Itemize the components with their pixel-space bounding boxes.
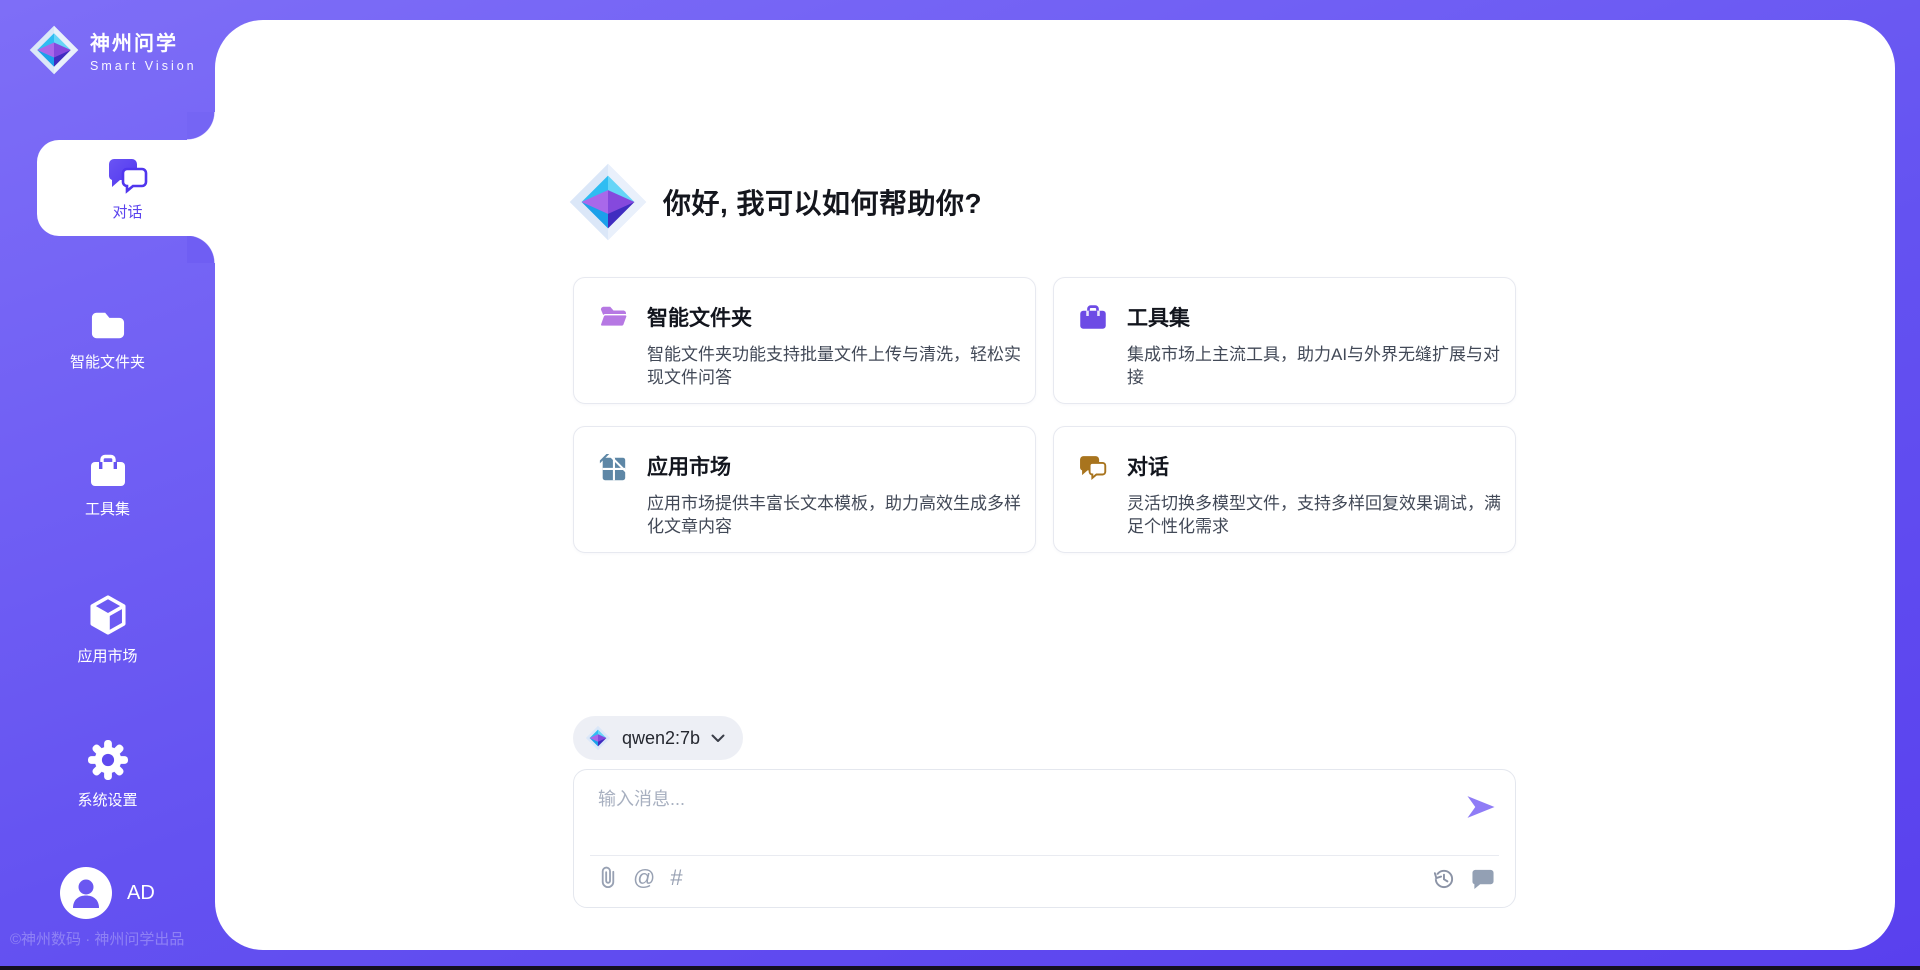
card-description: 集成市场上主流工具，助力AI与外界无缝扩展与对接 (1127, 343, 1513, 389)
toolbox-icon (88, 453, 128, 489)
app-title: 神州问学 (90, 27, 197, 56)
sidebar-item-smart-folder[interactable]: 智能文件夹 (0, 296, 215, 384)
topic-hash-icon[interactable]: # (670, 866, 682, 890)
send-button[interactable] (1463, 794, 1499, 822)
mention-icon[interactable]: @ (633, 866, 655, 890)
chat-bubbles-icon (106, 155, 150, 195)
sidebar-item-chat[interactable]: 对话 (37, 140, 218, 236)
model-diamond-icon (585, 725, 611, 751)
user-name: AD (127, 882, 155, 905)
app-logo: 神州问学 Smart Vision (28, 24, 197, 76)
chat-bubble-icon[interactable] (1471, 867, 1495, 890)
sidebar-item-toolset[interactable]: 工具集 (0, 442, 215, 530)
cube-icon (87, 594, 129, 636)
folder-open-icon (598, 304, 628, 330)
main-panel: 你好, 我可以如何帮助你? 智能文件夹 智能文件夹功能支持批量文件上传与清洗，轻… (215, 20, 1895, 950)
model-name: qwen2:7b (622, 728, 700, 749)
copyright: ©神州数码 · 神州问学出品 (10, 928, 220, 949)
window-bottom-edge (0, 966, 1920, 970)
card-title: 工具集 (1127, 302, 1513, 332)
chat-bubbles-icon (1078, 453, 1108, 481)
brand-diamond-icon (28, 24, 80, 76)
composer-divider (590, 855, 1499, 856)
message-input[interactable] (598, 785, 1428, 843)
app-root: 神州问学 Smart Vision 对话 智能文件夹 (0, 0, 1920, 970)
sidebar-item-label: 系统设置 (77, 789, 137, 810)
card-title: 智能文件夹 (647, 302, 1033, 332)
greeting: 你好, 我可以如何帮助你? (567, 161, 982, 243)
sidebar-item-app-market[interactable]: 应用市场 (0, 586, 215, 674)
card-description: 灵活切换多模型文件，支持多样回复效果调试，满足个性化需求 (1127, 492, 1513, 538)
sidebar-item-settings[interactable]: 系统设置 (0, 731, 215, 819)
card-title: 对话 (1127, 451, 1513, 481)
send-icon (1466, 794, 1496, 820)
grid-cube-icon (598, 453, 628, 483)
feature-card-app-market[interactable]: 应用市场 应用市场提供丰富长文本模板，助力高效生成多样化文章内容 (573, 426, 1036, 553)
history-icon[interactable] (1432, 867, 1455, 890)
composer-tools-right (1432, 867, 1495, 890)
tab-fillet-bottom (187, 235, 215, 263)
sidebar-item-label: 智能文件夹 (70, 351, 145, 372)
composer-tools-left: @ # (598, 865, 683, 890)
greeting-title: 你好, 我可以如何帮助你? (663, 182, 982, 222)
model-selector[interactable]: qwen2:7b (573, 716, 743, 760)
briefcase-icon (1078, 304, 1108, 331)
chevron-down-icon (711, 734, 725, 743)
card-description: 智能文件夹功能支持批量文件上传与清洗，轻松实现文件问答 (647, 343, 1033, 389)
message-input-box: @ # (573, 769, 1516, 908)
folder-icon (87, 308, 129, 342)
sidebar-item-label: 对话 (112, 201, 142, 222)
card-title: 应用市场 (647, 451, 1033, 481)
feature-card-toolset[interactable]: 工具集 集成市场上主流工具，助力AI与外界无缝扩展与对接 (1053, 277, 1516, 404)
feature-card-chat[interactable]: 对话 灵活切换多模型文件，支持多样回复效果调试，满足个性化需求 (1053, 426, 1516, 553)
card-description: 应用市场提供丰富长文本模板，助力高效生成多样化文章内容 (647, 492, 1033, 538)
attachment-icon[interactable] (598, 865, 618, 890)
sidebar-item-label: 应用市场 (77, 645, 137, 666)
greeting-diamond-icon (567, 161, 649, 243)
gear-icon (88, 740, 128, 780)
avatar (60, 867, 112, 919)
feature-card-smart-folder[interactable]: 智能文件夹 智能文件夹功能支持批量文件上传与清洗，轻松实现文件问答 (573, 277, 1036, 404)
sidebar-item-label: 工具集 (85, 498, 130, 519)
tab-fillet-top (187, 112, 215, 140)
user-profile[interactable]: AD (60, 867, 155, 919)
app-subtitle: Smart Vision (90, 59, 197, 73)
feature-cards: 智能文件夹 智能文件夹功能支持批量文件上传与清洗，轻松实现文件问答 工具集 集成… (573, 277, 1516, 553)
